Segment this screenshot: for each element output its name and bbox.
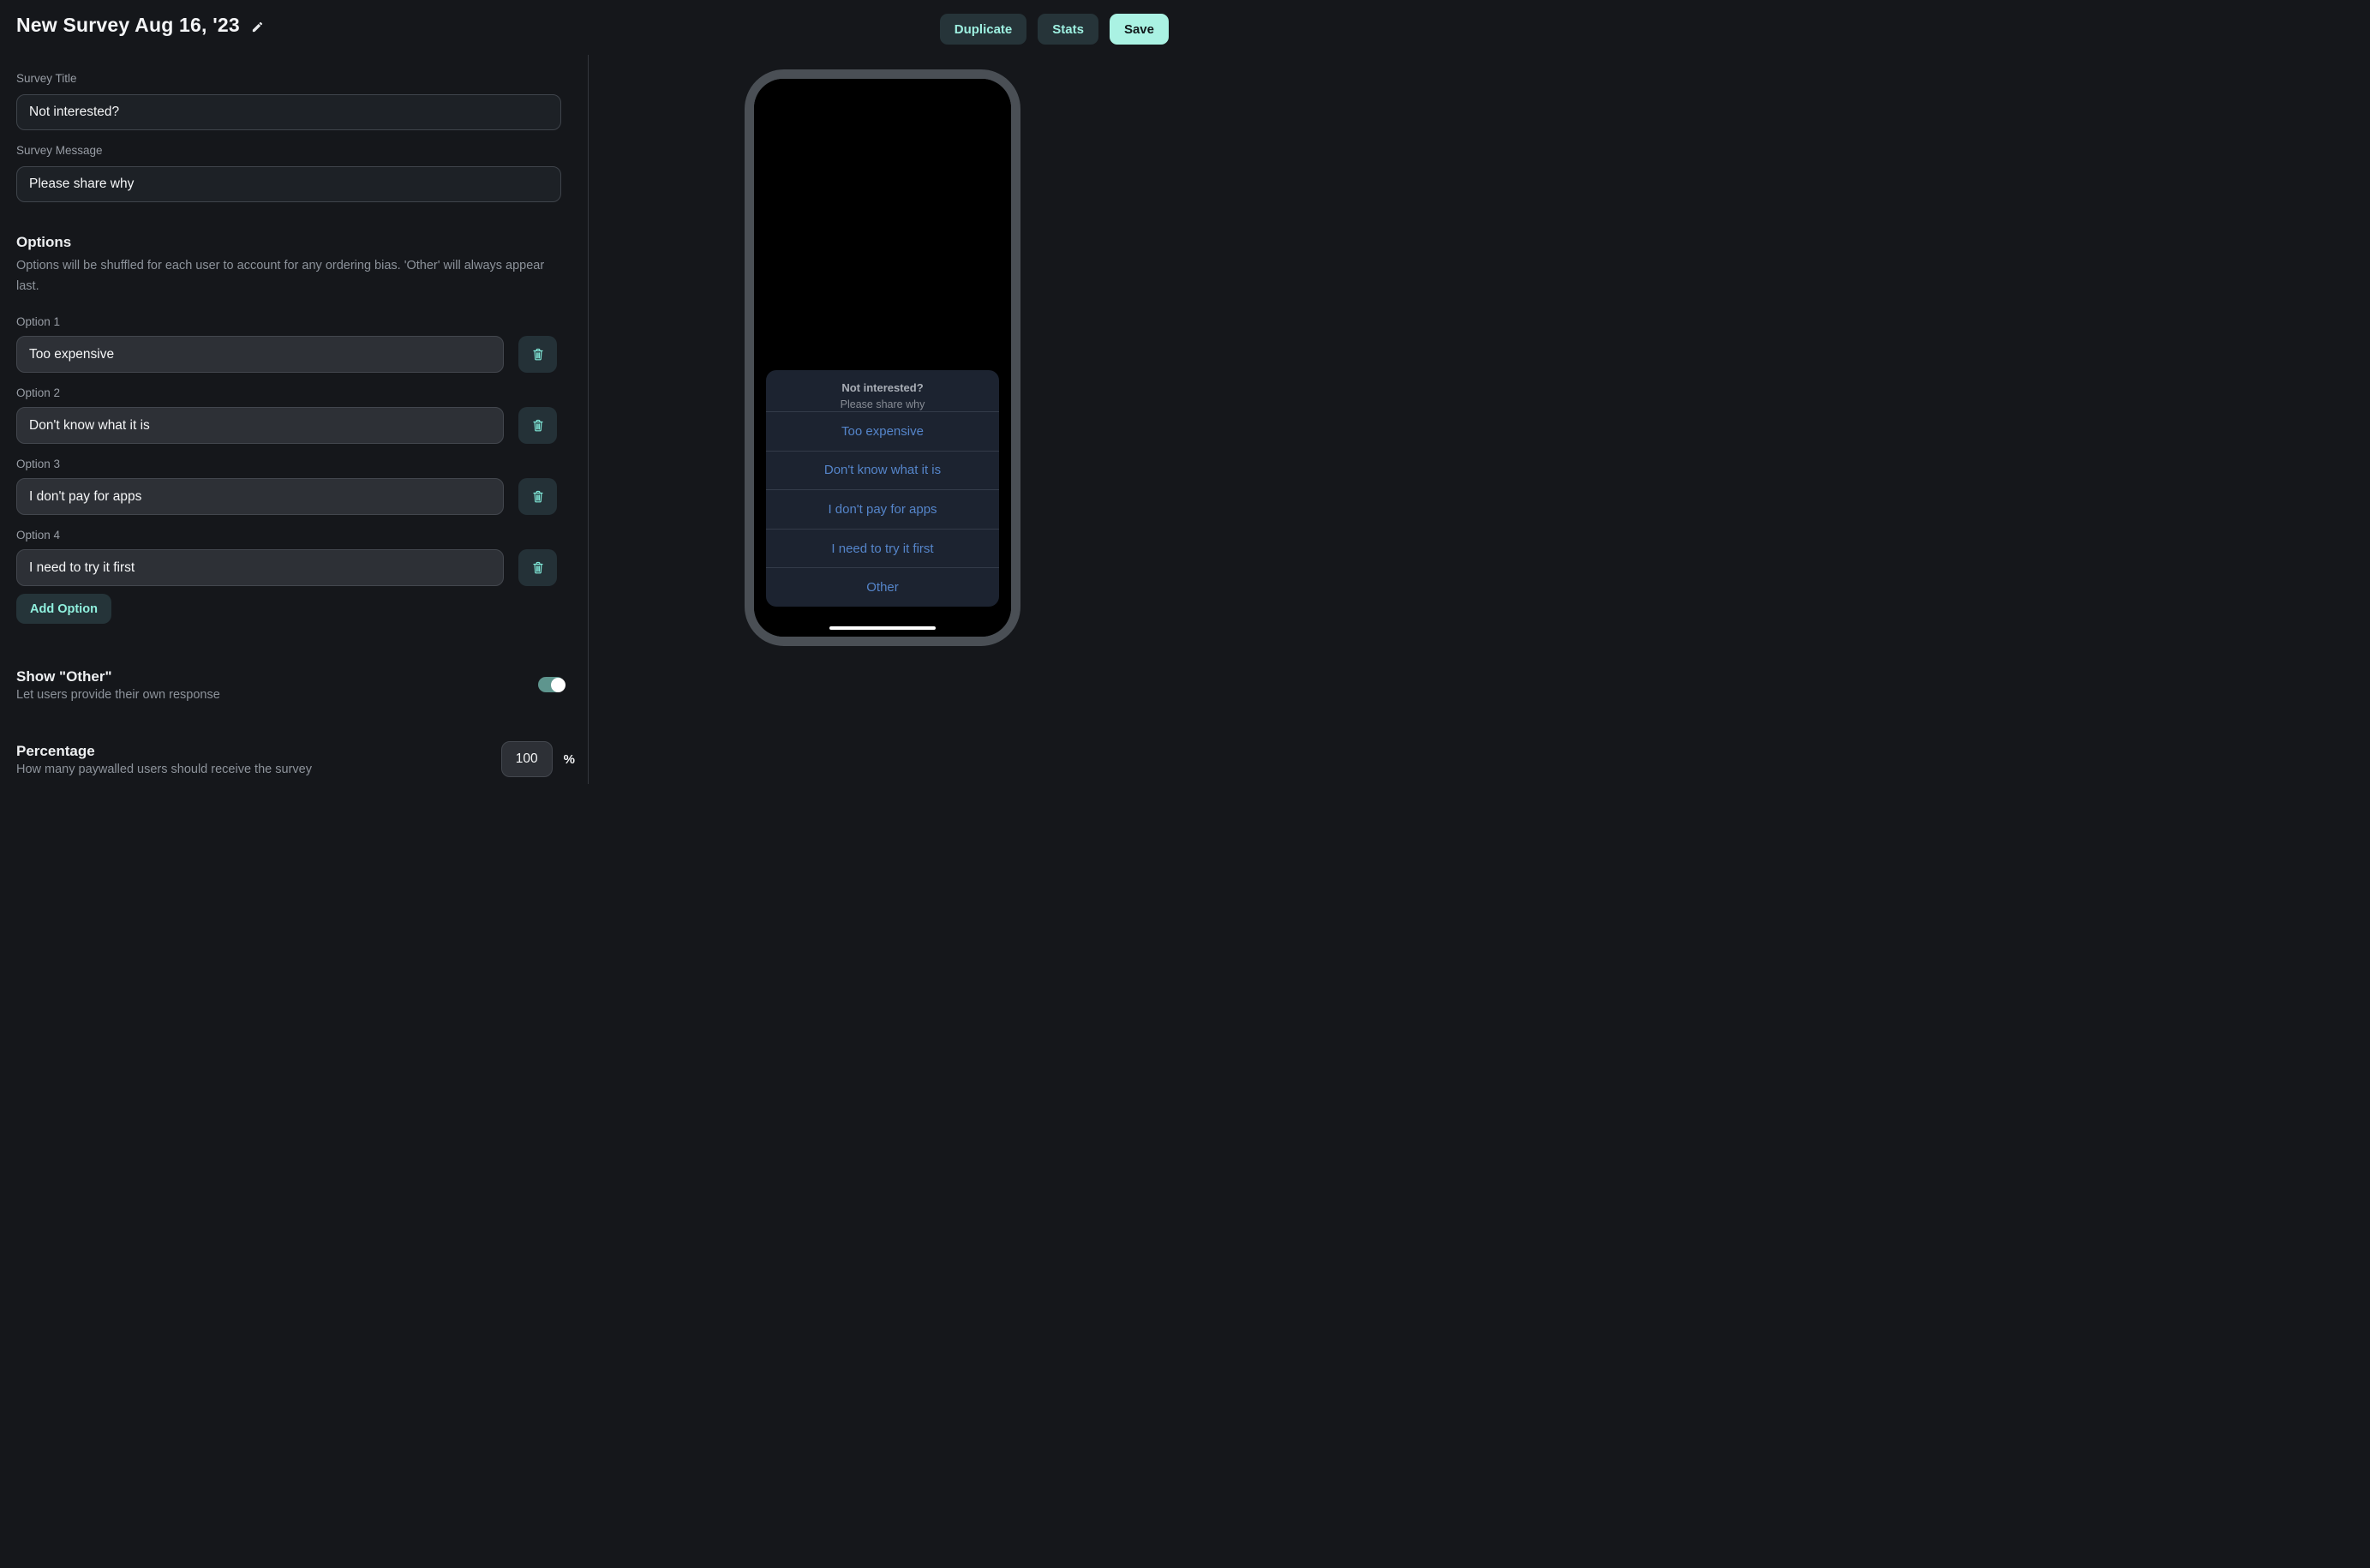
page-title: New Survey Aug 16, '23 (16, 14, 240, 37)
delete-option-4-button[interactable] (518, 549, 557, 586)
preview-panel: Not interested? Please share why Too exp… (589, 55, 1185, 784)
home-indicator (829, 626, 936, 631)
option-4-input[interactable] (16, 549, 504, 586)
stats-button[interactable]: Stats (1038, 14, 1098, 45)
delete-option-3-button[interactable] (518, 478, 557, 515)
survey-title-input[interactable] (16, 94, 561, 130)
phone-screen: Not interested? Please share why Too exp… (754, 79, 1011, 637)
show-other-heading: Show "Other" (16, 667, 220, 685)
survey-title-label: Survey Title (16, 72, 560, 86)
toggle-knob (551, 678, 566, 692)
dialog-title: Not interested? (766, 381, 999, 394)
option-2-input[interactable] (16, 407, 504, 444)
save-button[interactable]: Save (1110, 14, 1169, 45)
show-other-toggle[interactable] (538, 677, 565, 692)
option-group-2: Option 2 (16, 386, 560, 444)
option-group-4: Option 4 (16, 529, 560, 586)
delete-option-1-button[interactable] (518, 336, 557, 373)
phone-mockup: Not interested? Please share why Too exp… (745, 69, 1020, 646)
form-panel: Survey Title Survey Message Options Opti… (0, 55, 589, 784)
show-other-description: Let users provide their own response (16, 688, 220, 702)
dialog-option-1[interactable]: Too expensive (766, 411, 999, 451)
duplicate-button[interactable]: Duplicate (940, 14, 1027, 45)
dialog-option-other[interactable]: Other (766, 567, 999, 607)
option-group-3: Option 3 (16, 458, 560, 515)
delete-option-2-button[interactable] (518, 407, 557, 444)
percentage-heading: Percentage (16, 742, 312, 760)
show-other-section: Show "Other" Let users provide their own… (16, 667, 565, 702)
trash-icon (531, 489, 545, 504)
percentage-input[interactable] (501, 741, 553, 777)
edit-pencil-icon[interactable] (251, 21, 264, 33)
dialog-message: Please share why (766, 398, 999, 410)
survey-message-input[interactable] (16, 166, 561, 202)
trash-icon (531, 347, 545, 362)
main-content: Survey Title Survey Message Options Opti… (0, 55, 1185, 784)
dialog-option-2[interactable]: Don't know what it is (766, 451, 999, 490)
dialog-option-4[interactable]: I need to try it first (766, 529, 999, 568)
trash-icon (531, 560, 545, 575)
header: New Survey Aug 16, '23 Duplicate Stats S… (0, 0, 1185, 55)
option-3-input[interactable] (16, 478, 504, 515)
option-group-1: Option 1 (16, 315, 560, 373)
percentage-section: Percentage How many paywalled users shou… (16, 741, 575, 777)
survey-preview-dialog: Not interested? Please share why Too exp… (766, 370, 999, 607)
option-1-input[interactable] (16, 336, 504, 373)
option-1-label: Option 1 (16, 315, 560, 329)
options-description: Options will be shuffled for each user t… (16, 256, 565, 296)
percent-sign: % (564, 752, 575, 767)
add-option-button[interactable]: Add Option (16, 594, 111, 624)
dialog-header: Not interested? Please share why (766, 370, 999, 411)
title-wrap: New Survey Aug 16, '23 (16, 14, 264, 37)
option-2-label: Option 2 (16, 386, 560, 400)
options-heading: Options (16, 233, 560, 251)
percentage-description: How many paywalled users should receive … (16, 763, 312, 776)
dialog-option-3[interactable]: I don't pay for apps (766, 489, 999, 529)
header-buttons: Duplicate Stats Save (940, 14, 1169, 45)
trash-icon (531, 418, 545, 433)
survey-message-label: Survey Message (16, 144, 560, 158)
option-4-label: Option 4 (16, 529, 560, 542)
survey-editor-page: New Survey Aug 16, '23 Duplicate Stats S… (0, 0, 1185, 784)
option-3-label: Option 3 (16, 458, 560, 471)
